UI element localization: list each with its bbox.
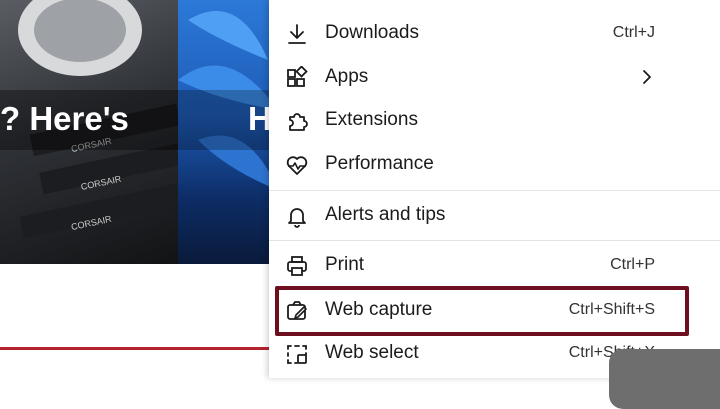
accent-divider: [0, 347, 270, 350]
menu-item-extensions[interactable]: Extensions: [269, 101, 689, 139]
web-capture-highlight-box: [275, 286, 689, 336]
print-icon: [287, 256, 307, 276]
article-image-windows[interactable]: H: [178, 0, 278, 264]
menu-divider: [269, 190, 720, 191]
partial-icon: [285, 0, 309, 4]
apps-icon: [287, 66, 308, 87]
menu-divider: [269, 240, 720, 241]
web-select-icon: [287, 345, 307, 364]
menu-item-downloads[interactable]: Downloads Ctrl+J: [269, 14, 689, 52]
menu-item-label: Web select: [325, 342, 419, 363]
menu-item-label: Downloads: [325, 22, 419, 43]
article-headline-fragment: ? Here's: [0, 100, 129, 137]
extensions-icon: [289, 113, 308, 131]
download-icon: [288, 24, 306, 44]
menu-item-label: Apps: [325, 66, 369, 87]
article-image-hardware[interactable]: CORSAIR CORSAIR CORSAIR ? Here's: [0, 0, 178, 264]
chevron-right-icon: [643, 70, 651, 84]
menu-item-apps[interactable]: Apps: [269, 58, 689, 96]
performance-icon: [286, 156, 308, 175]
shortcut-label: Ctrl+P: [610, 256, 655, 273]
bell-icon: [288, 208, 306, 228]
page-content-area: [0, 264, 270, 378]
floating-button[interactable]: [609, 349, 720, 409]
menu-item-label: Performance: [325, 153, 434, 174]
menu-item-label: Extensions: [325, 109, 418, 130]
menu-item-performance[interactable]: Performance: [269, 145, 689, 183]
menu-item-alerts-and-tips[interactable]: Alerts and tips: [269, 196, 689, 234]
menu-item-print[interactable]: Print Ctrl+P: [269, 246, 689, 284]
menu-item-label: Alerts and tips: [325, 204, 446, 225]
shortcut-label: Ctrl+J: [612, 24, 655, 41]
browser-settings-menu: Downloads Ctrl+J Apps Extensions Perform…: [269, 0, 720, 378]
menu-item-label: Print: [325, 254, 365, 275]
